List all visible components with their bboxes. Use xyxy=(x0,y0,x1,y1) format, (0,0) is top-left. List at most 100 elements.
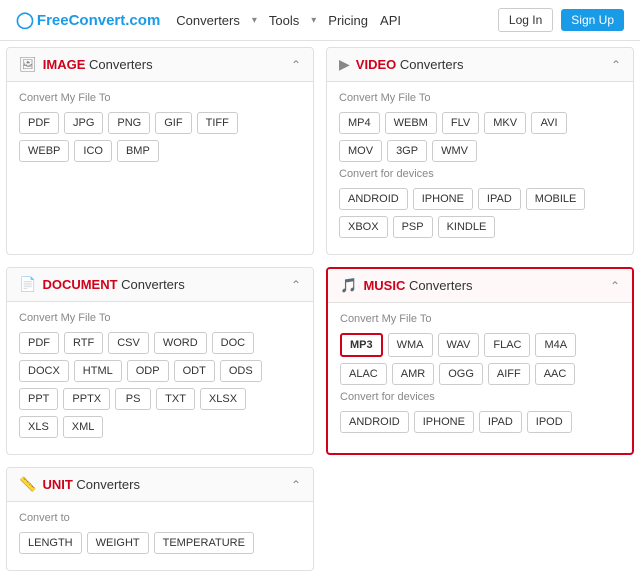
doc-txt[interactable]: TXT xyxy=(156,388,195,410)
doc-rtf[interactable]: RTF xyxy=(64,332,103,354)
document-formats-row2: DOCX HTML ODP ODT ODS xyxy=(19,360,301,382)
music-panel-collapse[interactable]: ⌃ xyxy=(610,279,620,293)
music-panel-title-group: 🎵 MUSIC Converters xyxy=(340,277,473,294)
header-right: Log In Sign Up xyxy=(498,8,624,32)
image-panel-collapse[interactable]: ⌃ xyxy=(291,58,301,72)
login-button[interactable]: Log In xyxy=(498,8,553,32)
fmt-webp[interactable]: WEBP xyxy=(19,140,69,162)
doc-doc[interactable]: DOC xyxy=(212,332,254,354)
mdev-ipod[interactable]: IPOD xyxy=(527,411,572,433)
video-formats-row1: MP4 WEBM FLV MKV AVI xyxy=(339,112,621,134)
doc-pdf[interactable]: PDF xyxy=(19,332,59,354)
dev-ipad[interactable]: IPAD xyxy=(478,188,521,210)
document-panel-collapse[interactable]: ⌃ xyxy=(291,278,301,292)
dev-android[interactable]: ANDROID xyxy=(339,188,408,210)
music-formats-row1: MP3 WMA WAV FLAC M4A xyxy=(340,333,620,357)
video-devices-row1: ANDROID IPHONE IPAD MOBILE xyxy=(339,188,621,210)
doc-html[interactable]: HTML xyxy=(74,360,122,382)
dev-kindle[interactable]: KINDLE xyxy=(438,216,496,238)
fmt-mov[interactable]: MOV xyxy=(339,140,382,162)
doc-xml[interactable]: XML xyxy=(63,416,104,438)
doc-odp[interactable]: ODP xyxy=(127,360,169,382)
logo-icon: ◯ xyxy=(16,10,34,30)
unit-panel-title: UNIT Converters xyxy=(42,477,140,492)
video-panel-collapse[interactable]: ⌃ xyxy=(611,58,621,72)
fmt-mkv[interactable]: MKV xyxy=(484,112,526,134)
doc-docx[interactable]: DOCX xyxy=(19,360,69,382)
document-convert-label: Convert My File To xyxy=(19,312,301,324)
fmt-ico[interactable]: ICO xyxy=(74,140,112,162)
unit-temperature[interactable]: TEMPERATURE xyxy=(154,532,254,554)
music-convert-label: Convert My File To xyxy=(340,313,620,325)
logo[interactable]: ◯ FreeConvert.com xyxy=(16,10,160,30)
doc-csv[interactable]: CSV xyxy=(108,332,149,354)
unit-convert-label: Convert to xyxy=(19,512,301,524)
doc-pptx[interactable]: PPTX xyxy=(63,388,110,410)
fmt-jpg[interactable]: JPG xyxy=(64,112,103,134)
unit-length[interactable]: LENGTH xyxy=(19,532,82,554)
doc-odt[interactable]: ODT xyxy=(174,360,215,382)
fmt-wav[interactable]: WAV xyxy=(438,333,480,357)
fmt-gif[interactable]: GIF xyxy=(155,112,191,134)
fmt-mp4[interactable]: MP4 xyxy=(339,112,380,134)
fmt-png[interactable]: PNG xyxy=(108,112,150,134)
document-formats-row4: XLS XML xyxy=(19,416,301,438)
fmt-mp3[interactable]: MP3 xyxy=(340,333,383,357)
video-devices-row2: XBOX PSP KINDLE xyxy=(339,216,621,238)
nav-tools[interactable]: Tools xyxy=(269,13,299,28)
mdev-android[interactable]: ANDROID xyxy=(340,411,409,433)
image-panel: 🖼 IMAGE Converters ⌃ Convert My File To … xyxy=(6,47,314,255)
dev-iphone[interactable]: IPHONE xyxy=(413,188,473,210)
unit-weight[interactable]: WEIGHT xyxy=(87,532,149,554)
doc-xlsx[interactable]: XLSX xyxy=(200,388,246,410)
music-formats-row2: ALAC AMR OGG AIFF AAC xyxy=(340,363,620,385)
fmt-flv[interactable]: FLV xyxy=(442,112,479,134)
doc-word[interactable]: WORD xyxy=(154,332,207,354)
nav-converters[interactable]: Converters xyxy=(176,13,240,28)
image-formats-row2: WEBP ICO BMP xyxy=(19,140,301,162)
fmt-ogg[interactable]: OGG xyxy=(439,363,483,385)
music-panel: 🎵 MUSIC Converters ⌃ Convert My File To … xyxy=(326,267,634,455)
fmt-pdf[interactable]: PDF xyxy=(19,112,59,134)
fmt-bmp[interactable]: BMP xyxy=(117,140,159,162)
fmt-aiff[interactable]: AIFF xyxy=(488,363,530,385)
fmt-avi[interactable]: AVI xyxy=(531,112,567,134)
fmt-amr[interactable]: AMR xyxy=(392,363,434,385)
image-convert-label: Convert My File To xyxy=(19,92,301,104)
header: ◯ FreeConvert.com Converters ▾ Tools ▾ P… xyxy=(0,0,640,41)
doc-ods[interactable]: ODS xyxy=(220,360,262,382)
dev-xbox[interactable]: XBOX xyxy=(339,216,388,238)
image-panel-title: IMAGE Converters xyxy=(43,57,153,72)
fmt-flac[interactable]: FLAC xyxy=(484,333,530,357)
fmt-webm[interactable]: WEBM xyxy=(385,112,437,134)
document-panel-icon: 📄 xyxy=(19,276,36,293)
video-panel-title: VIDEO Converters xyxy=(356,57,464,72)
doc-xls[interactable]: XLS xyxy=(19,416,58,438)
document-panel-title-group: 📄 DOCUMENT Converters xyxy=(19,276,185,293)
music-devices-row1: ANDROID IPHONE IPAD IPOD xyxy=(340,411,620,433)
fmt-aac[interactable]: AAC xyxy=(535,363,576,385)
unit-panel-title-group: 📏 UNIT Converters xyxy=(19,476,140,493)
signup-button[interactable]: Sign Up xyxy=(561,9,624,31)
nav-converters-arrow: ▾ xyxy=(252,15,257,26)
fmt-wmv[interactable]: WMV xyxy=(432,140,477,162)
fmt-wma[interactable]: WMA xyxy=(388,333,433,357)
nav-api[interactable]: API xyxy=(380,13,401,28)
mdev-iphone[interactable]: IPHONE xyxy=(414,411,474,433)
unit-panel-collapse[interactable]: ⌃ xyxy=(291,478,301,492)
fmt-3gp[interactable]: 3GP xyxy=(387,140,427,162)
doc-ppt[interactable]: PPT xyxy=(19,388,58,410)
fmt-m4a[interactable]: M4A xyxy=(535,333,576,357)
nav-pricing[interactable]: Pricing xyxy=(328,13,368,28)
image-panel-body: Convert My File To PDF JPG PNG GIF TIFF … xyxy=(7,82,313,178)
fmt-tiff[interactable]: TIFF xyxy=(197,112,238,134)
music-panel-title: MUSIC Converters xyxy=(363,278,472,293)
dev-mobile[interactable]: MOBILE xyxy=(526,188,586,210)
fmt-alac[interactable]: ALAC xyxy=(340,363,387,385)
video-panel-icon: ▶ xyxy=(339,56,350,73)
doc-ps[interactable]: PS xyxy=(115,388,151,410)
logo-text: FreeConvert.com xyxy=(37,12,160,29)
video-formats-row2: MOV 3GP WMV xyxy=(339,140,621,162)
mdev-ipad[interactable]: IPAD xyxy=(479,411,522,433)
dev-psp[interactable]: PSP xyxy=(393,216,433,238)
